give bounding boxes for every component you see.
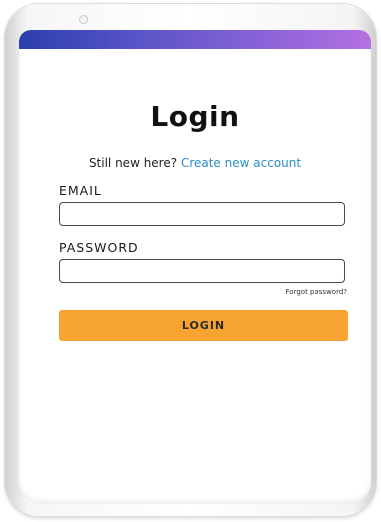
password-label: PASSWORD <box>59 240 139 255</box>
login-button[interactable]: LOGIN <box>59 310 348 341</box>
signup-prompt-text: Still new here? <box>88 156 178 170</box>
phone-frame: Login Still new here? Create new account… <box>5 4 376 516</box>
create-account-link[interactable]: Create new account <box>181 156 301 170</box>
email-field[interactable] <box>59 202 345 226</box>
forgot-password-link[interactable]: Forgot password? <box>286 288 347 296</box>
page-title: Login <box>150 100 240 133</box>
email-label: EMAIL <box>59 183 102 198</box>
phone-screen: Login Still new here? Create new account… <box>19 30 371 504</box>
camera-icon <box>79 15 88 24</box>
signup-prompt: Still new here? Create new account <box>19 156 371 170</box>
header-bar <box>19 30 371 49</box>
password-field[interactable] <box>59 259 345 283</box>
